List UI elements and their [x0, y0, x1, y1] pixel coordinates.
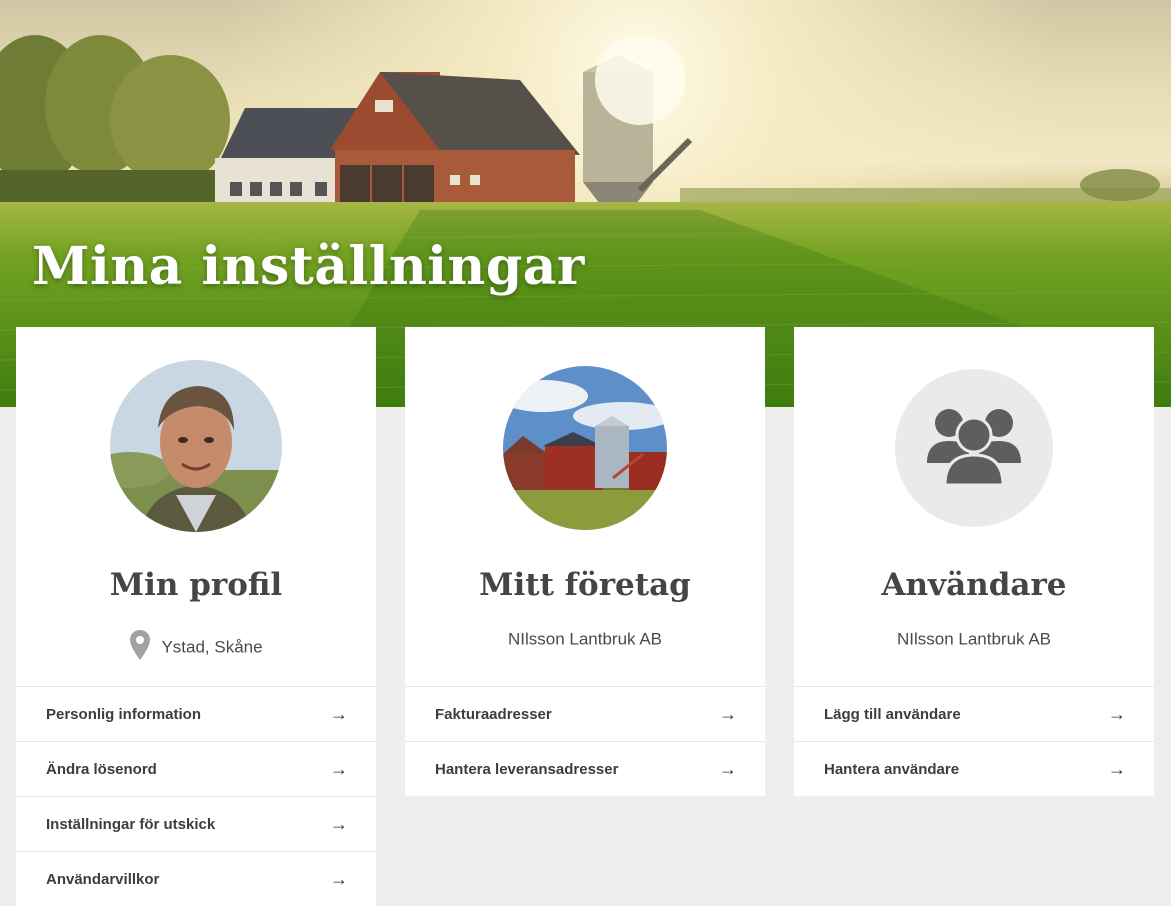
card-title-users: Användare	[881, 567, 1067, 603]
users-card: Användare NIlsson Lantbruk AB Lägg till …	[794, 327, 1154, 796]
link-label: Lägg till användare	[824, 705, 961, 723]
link-manage-users[interactable]: Hantera användare →	[794, 741, 1154, 796]
users-company-text: NIlsson Lantbruk AB	[896, 629, 1052, 649]
link-mailing-settings[interactable]: Inställningar för utskick →	[16, 796, 376, 851]
arrow-right-icon: →	[330, 869, 348, 889]
users-avatar	[895, 369, 1053, 527]
link-billing-addresses[interactable]: Fakturaadresser →	[405, 686, 765, 741]
users-company-name: NIlsson Lantbruk AB	[794, 629, 1154, 650]
arrow-right-icon: →	[330, 814, 348, 834]
profile-location-text: Ystad, Skåne	[161, 637, 263, 657]
link-label: Fakturaadresser	[435, 705, 552, 723]
profile-location: Ystad, Skåne	[16, 629, 376, 666]
arrow-right-icon: →	[1108, 759, 1126, 779]
link-label: Ändra lösenord	[46, 760, 157, 778]
link-add-user[interactable]: Lägg till användare →	[794, 686, 1154, 741]
link-delivery-addresses[interactable]: Hantera leveransadresser →	[405, 741, 765, 796]
profile-avatar	[110, 360, 282, 532]
link-label: Personlig information	[46, 705, 202, 723]
profile-photo	[110, 360, 282, 532]
profile-card: Min profil Ystad, Skåne Personlig inform…	[16, 327, 376, 906]
arrow-right-icon: →	[1108, 704, 1126, 724]
company-name-text: NIlsson Lantbruk AB	[507, 629, 663, 649]
arrow-right-icon: →	[719, 759, 737, 779]
location-pin-icon	[129, 629, 151, 666]
link-personal-information[interactable]: Personlig information →	[16, 686, 376, 741]
card-title-company: Mitt företag	[479, 567, 691, 603]
users-group-icon	[927, 409, 1021, 487]
page-title: Mina inställningar	[32, 236, 585, 297]
arrow-right-icon: →	[330, 704, 348, 724]
link-label: Inställningar för utskick	[46, 815, 216, 833]
link-label: Hantera användare	[824, 760, 960, 778]
company-name: NIlsson Lantbruk AB	[405, 629, 765, 650]
arrow-right-icon: →	[330, 759, 348, 779]
farm-photo	[503, 366, 667, 530]
company-card: Mitt företag NIlsson Lantbruk AB Faktura…	[405, 327, 765, 796]
card-title-profile: Min profil	[109, 567, 283, 603]
link-label: Hantera leveransadresser	[435, 760, 619, 778]
company-avatar	[503, 366, 667, 530]
link-change-password[interactable]: Ändra lösenord →	[16, 741, 376, 796]
link-label: Användarvillkor	[46, 870, 160, 888]
link-terms-of-use[interactable]: Användarvillkor →	[16, 851, 376, 906]
arrow-right-icon: →	[719, 704, 737, 724]
